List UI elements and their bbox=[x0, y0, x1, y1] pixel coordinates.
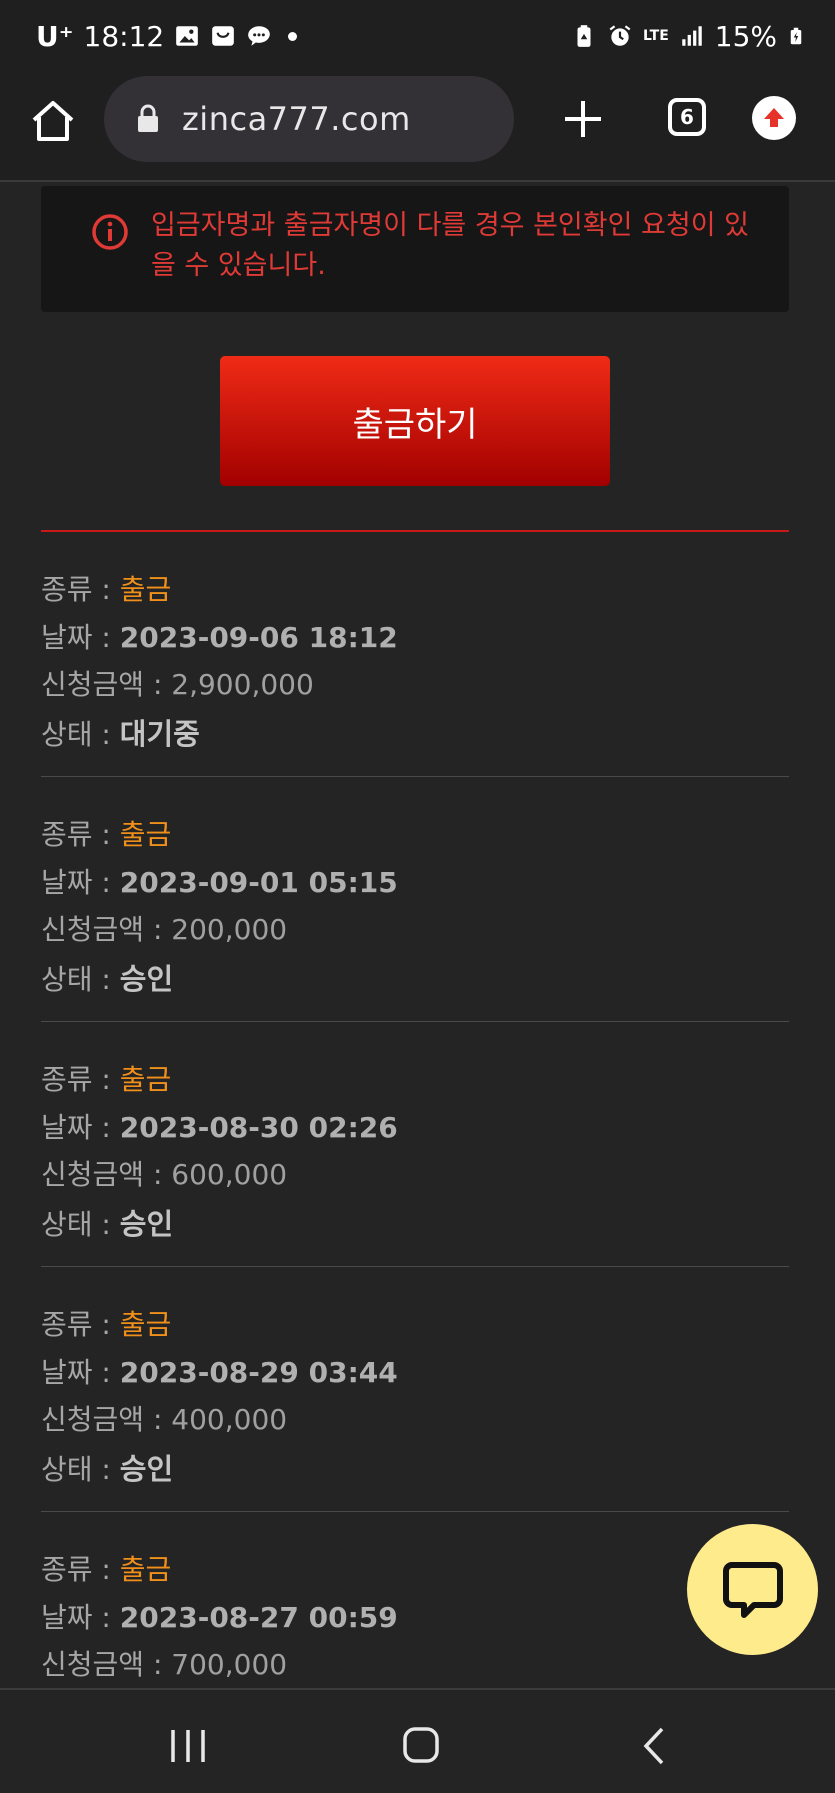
withdrawal-history-list: 종류 : 출금 날짜 : 2023-09-06 18:12 신청금액 : 2,9… bbox=[41, 532, 789, 1756]
record-type: 출금 bbox=[119, 1553, 172, 1586]
battery-saver-icon bbox=[577, 25, 591, 47]
list-item: 종류 : 출금 날짜 : 2023-08-29 03:44 신청금액 : 400… bbox=[41, 1267, 789, 1512]
tab-switcher-button[interactable]: 6 bbox=[668, 98, 706, 136]
status-label: 상태 : bbox=[41, 1208, 120, 1241]
status-right: LTE 15% bbox=[571, 14, 805, 58]
withdraw-button[interactable]: 출금하기 bbox=[220, 356, 610, 486]
type-label: 종류 : bbox=[41, 1308, 120, 1341]
record-date: 2023-08-30 02:26 bbox=[119, 1111, 398, 1144]
status-time: 18:12 bbox=[83, 19, 165, 53]
status-label: 상태 : bbox=[41, 963, 120, 996]
signal-icon bbox=[682, 26, 702, 46]
network-type-label: LTE bbox=[643, 28, 669, 44]
record-date-row: 날짜 : 2023-09-06 18:12 bbox=[41, 616, 398, 656]
more-notifications-dot bbox=[288, 31, 298, 41]
recent-apps-icon[interactable] bbox=[168, 1728, 208, 1764]
record-date-row: 날짜 : 2023-08-27 00:59 bbox=[41, 1596, 398, 1636]
list-item: 종류 : 출금 날짜 : 2023-09-06 18:12 신청금액 : 2,9… bbox=[41, 532, 789, 777]
record-type: 출금 bbox=[119, 573, 172, 606]
back-icon[interactable] bbox=[642, 1726, 666, 1766]
status-bar: U⁺ 18:12 LTE 15% bbox=[0, 0, 835, 72]
record-amount-row: 신청금액 : 200,000 bbox=[41, 908, 287, 948]
record-amount: 200,000 bbox=[171, 913, 288, 946]
record-type-row: 종류 : 출금 bbox=[41, 813, 171, 853]
home-nav-icon[interactable] bbox=[402, 1726, 440, 1764]
date-label: 날짜 : bbox=[41, 1111, 120, 1144]
record-date: 2023-08-27 00:59 bbox=[119, 1601, 398, 1634]
home-icon[interactable] bbox=[28, 96, 78, 146]
carrier-label: U⁺ bbox=[36, 19, 74, 53]
date-label: 날짜 : bbox=[41, 621, 120, 654]
browser-toolbar: zinca777.com 6 bbox=[0, 72, 835, 182]
battery-percent: 15% bbox=[714, 19, 777, 53]
type-label: 종류 : bbox=[41, 1063, 120, 1096]
amount-label: 신청금액 : bbox=[41, 913, 172, 946]
type-label: 종류 : bbox=[41, 818, 120, 851]
record-type-row: 종류 : 출금 bbox=[41, 568, 171, 608]
record-amount: 2,900,000 bbox=[171, 668, 314, 701]
arrow-up-icon bbox=[764, 108, 784, 127]
record-type: 출금 bbox=[119, 1308, 172, 1341]
record-status: 승인 bbox=[119, 1207, 174, 1241]
record-status: 승인 bbox=[119, 1452, 174, 1486]
status-label: 상태 : bbox=[41, 1453, 120, 1486]
new-tab-icon[interactable] bbox=[560, 96, 606, 142]
record-date-row: 날짜 : 2023-08-30 02:26 bbox=[41, 1106, 398, 1146]
info-icon bbox=[92, 214, 128, 250]
tab-count: 6 bbox=[680, 105, 694, 129]
notice-box: 입금자명과 출금자명이 다를 경우 본인확인 요청이 있을 수 있습니다. bbox=[41, 186, 789, 312]
battery-charging-icon bbox=[790, 27, 802, 45]
record-amount-row: 신청금액 : 2,900,000 bbox=[41, 663, 314, 703]
type-label: 종류 : bbox=[41, 573, 120, 606]
status-left: U⁺ 18:12 bbox=[36, 14, 298, 58]
date-label: 날짜 : bbox=[41, 1356, 120, 1389]
date-label: 날짜 : bbox=[41, 1601, 120, 1634]
record-status-row: 상태 : 승인 bbox=[41, 1446, 173, 1488]
record-date-row: 날짜 : 2023-09-01 05:15 bbox=[41, 861, 398, 901]
record-date: 2023-09-01 05:15 bbox=[119, 866, 398, 899]
record-amount: 600,000 bbox=[171, 1158, 288, 1191]
amount-label: 신청금액 : bbox=[41, 668, 172, 701]
gallery-icon bbox=[176, 26, 199, 46]
record-status: 승인 bbox=[119, 962, 174, 996]
lock-icon bbox=[138, 104, 158, 132]
record-amount: 700,000 bbox=[171, 1648, 288, 1681]
record-amount-row: 신청금액 : 600,000 bbox=[41, 1153, 287, 1193]
record-status-row: 상태 : 대기중 bbox=[41, 711, 200, 753]
record-type-row: 종류 : 출금 bbox=[41, 1303, 171, 1343]
amount-label: 신청금액 : bbox=[41, 1648, 172, 1681]
list-item: 종류 : 출금 날짜 : 2023-08-30 02:26 신청금액 : 600… bbox=[41, 1022, 789, 1267]
navigation-bar bbox=[0, 1688, 835, 1793]
chat-notification-icon bbox=[248, 26, 271, 46]
list-item: 종류 : 출금 날짜 : 2023-09-01 05:15 신청금액 : 200… bbox=[41, 777, 789, 1022]
record-type-row: 종류 : 출금 bbox=[41, 1058, 171, 1098]
record-status-row: 상태 : 승인 bbox=[41, 956, 173, 998]
amount-label: 신청금액 : bbox=[41, 1403, 172, 1436]
notice-text: 입금자명과 출금자명이 다를 경우 본인확인 요청이 있을 수 있습니다. bbox=[151, 210, 749, 281]
record-date: 2023-08-29 03:44 bbox=[119, 1356, 398, 1389]
amount-label: 신청금액 : bbox=[41, 1158, 172, 1191]
update-button[interactable] bbox=[752, 96, 796, 140]
record-date-row: 날짜 : 2023-08-29 03:44 bbox=[41, 1351, 398, 1391]
record-amount-row: 신청금액 : 400,000 bbox=[41, 1398, 287, 1438]
record-amount: 400,000 bbox=[171, 1403, 288, 1436]
record-type-row: 종류 : 출금 bbox=[41, 1548, 171, 1588]
type-label: 종류 : bbox=[41, 1553, 120, 1586]
address-bar[interactable]: zinca777.com bbox=[104, 76, 514, 162]
chat-button[interactable] bbox=[687, 1524, 818, 1655]
record-date: 2023-09-06 18:12 bbox=[119, 621, 398, 654]
record-status: 대기중 bbox=[119, 717, 200, 751]
record-amount-row: 신청금액 : 700,000 bbox=[41, 1643, 287, 1683]
chat-bubble-icon bbox=[722, 1561, 783, 1618]
record-type: 출금 bbox=[119, 818, 172, 851]
alarm-icon bbox=[609, 25, 631, 46]
record-status-row: 상태 : 승인 bbox=[41, 1201, 173, 1243]
date-label: 날짜 : bbox=[41, 866, 120, 899]
url-text: zinca777.com bbox=[182, 100, 411, 138]
shopping-bag-icon bbox=[212, 26, 235, 46]
record-type: 출금 bbox=[119, 1063, 172, 1096]
status-label: 상태 : bbox=[41, 718, 120, 751]
